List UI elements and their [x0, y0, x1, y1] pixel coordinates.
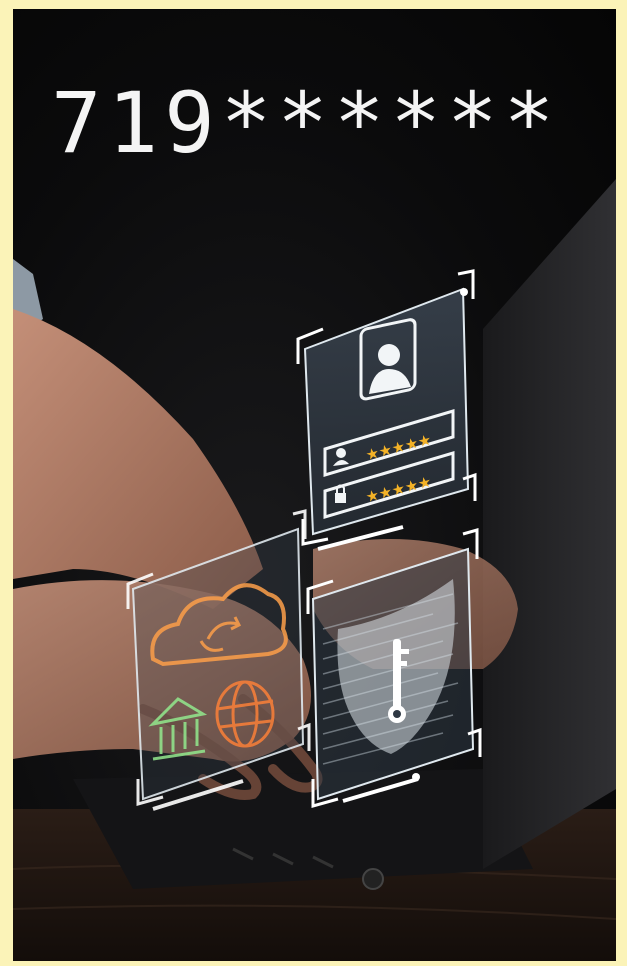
image-frame: 719****** ★★★★★ ★★★★★ — [0, 0, 627, 966]
login-panel: ★★★★★ ★★★★★ — [296, 269, 477, 551]
avatar-head — [378, 344, 400, 366]
security-panel-node — [412, 773, 420, 781]
laptop-port — [362, 868, 384, 890]
hologram-scene: ★★★★★ ★★★★★ — [13, 179, 616, 961]
photo: 719****** ★★★★★ ★★★★★ — [13, 9, 616, 961]
laptop-screen — [483, 179, 616, 869]
login-panel-node — [460, 288, 468, 296]
